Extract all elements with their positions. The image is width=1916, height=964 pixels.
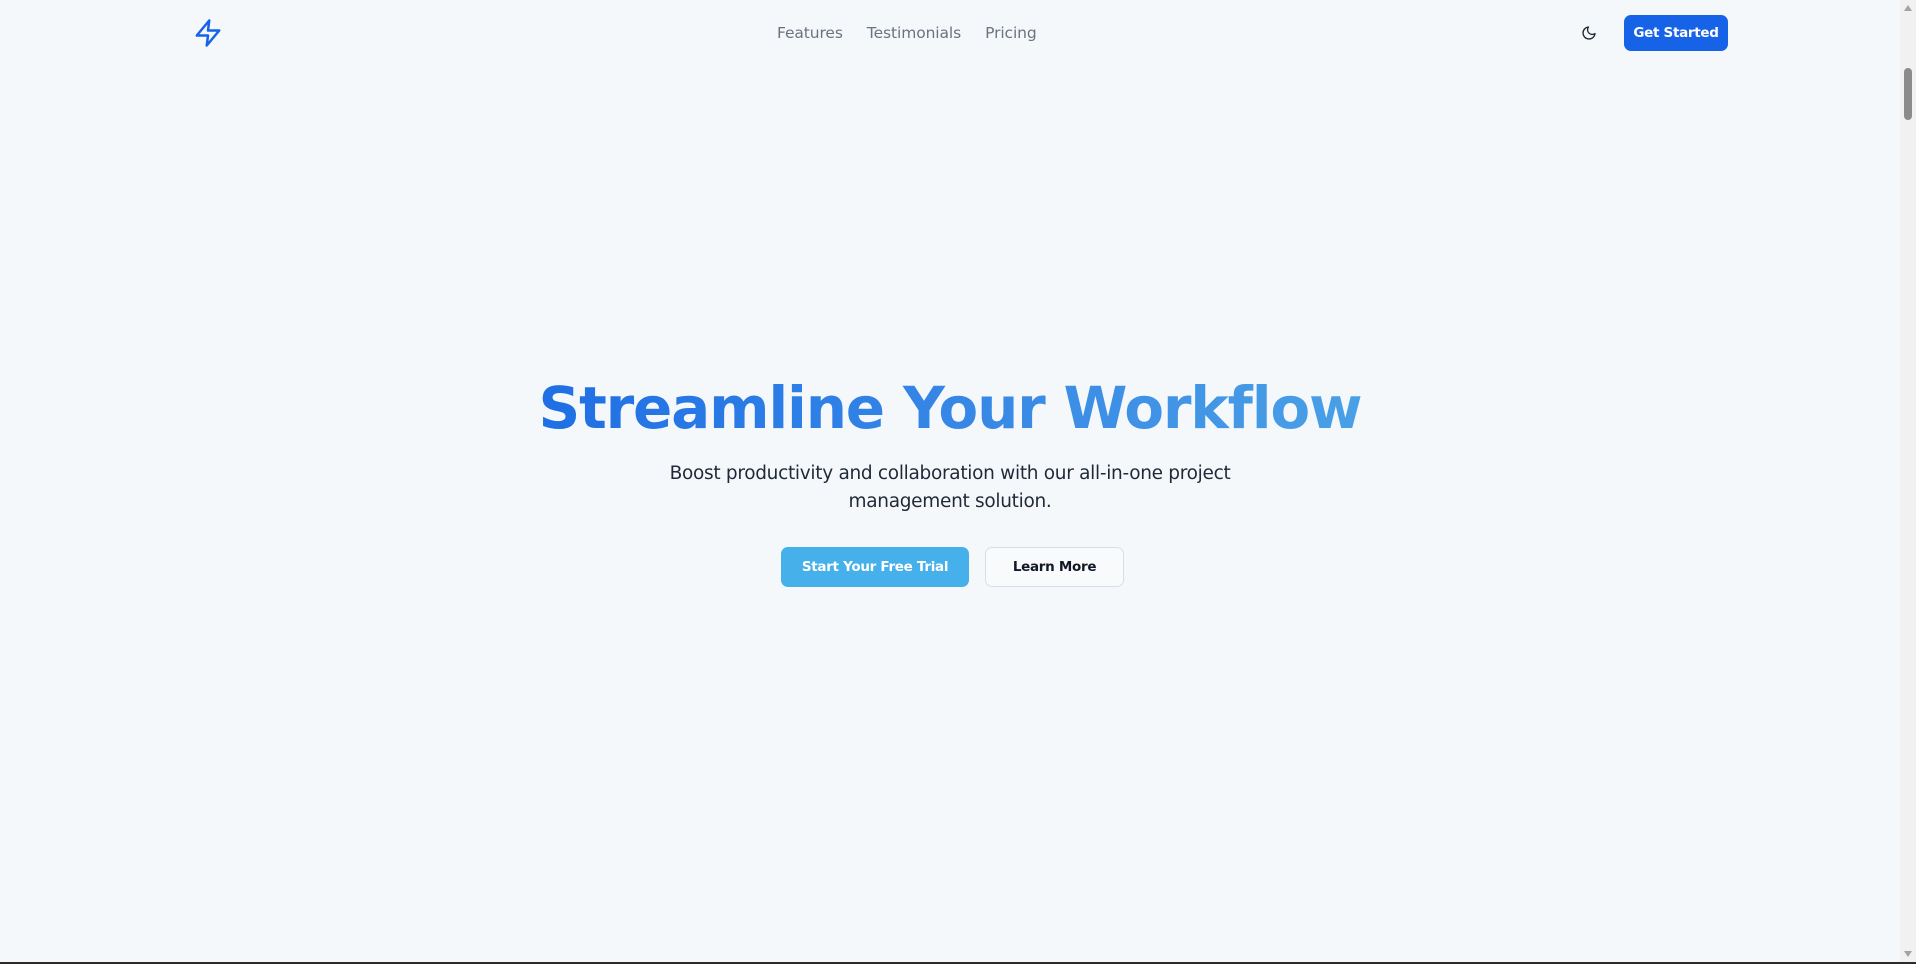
theme-toggle-button[interactable] — [1578, 22, 1600, 44]
hero-title: Streamline Your Workflow — [0, 372, 1900, 444]
scroll-down-arrow-icon[interactable] — [1900, 946, 1916, 962]
landing-page: Features Testimonials Pricing Get Starte… — [0, 0, 1900, 962]
moon-icon — [1582, 26, 1596, 40]
nav-link-features[interactable]: Features — [777, 24, 843, 42]
browser-viewport: Features Testimonials Pricing Get Starte… — [0, 0, 1916, 964]
hero-subtitle: Boost productivity and collaboration wit… — [669, 463, 1231, 512]
get-started-button[interactable]: Get Started — [1624, 15, 1728, 51]
vertical-scrollbar[interactable] — [1900, 0, 1916, 962]
nav-link-testimonials[interactable]: Testimonials — [867, 24, 961, 42]
scrollbar-thumb[interactable] — [1904, 68, 1912, 120]
main-nav: Features Testimonials Pricing — [777, 22, 1037, 44]
lightning-bolt-icon[interactable] — [193, 17, 223, 49]
scroll-up-arrow-icon[interactable] — [1900, 0, 1916, 16]
hero-title-text: Streamline Your Workflow — [538, 374, 1363, 442]
learn-more-button[interactable]: Learn More — [985, 547, 1124, 587]
start-free-trial-button[interactable]: Start Your Free Trial — [781, 547, 969, 587]
nav-link-pricing[interactable]: Pricing — [985, 24, 1037, 42]
site-header: Features Testimonials Pricing Get Starte… — [0, 0, 1900, 66]
